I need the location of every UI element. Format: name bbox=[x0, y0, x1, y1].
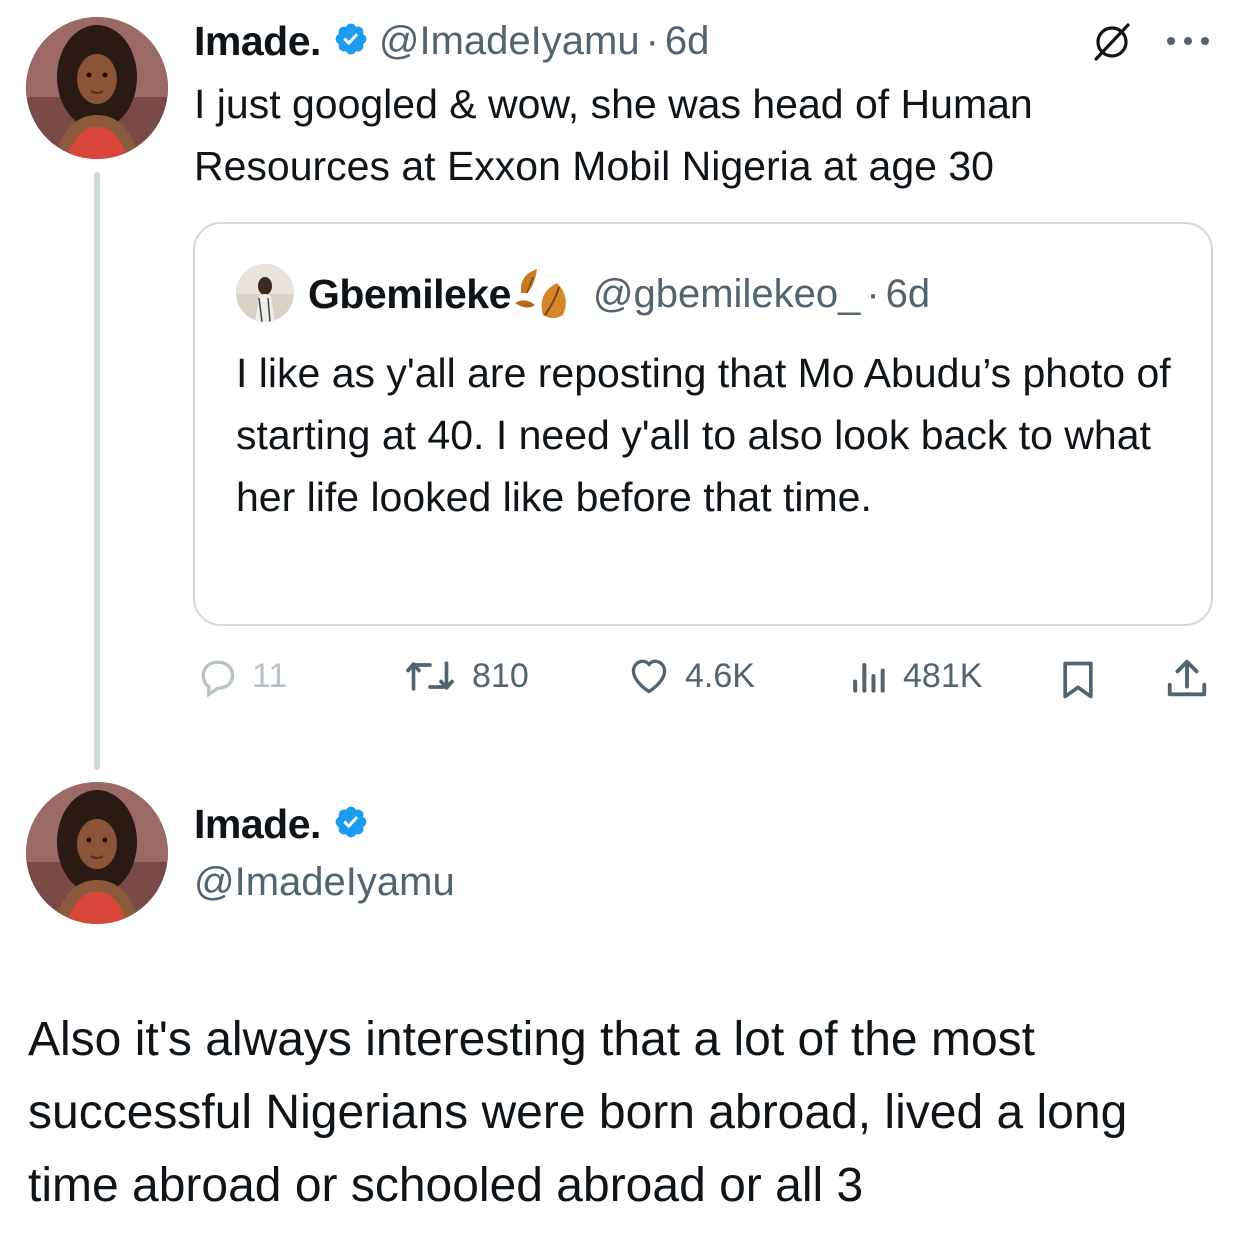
avatar[interactable] bbox=[26, 17, 168, 159]
display-name-main[interactable]: Imade. bbox=[194, 801, 321, 848]
grok-slash-icon[interactable] bbox=[1090, 22, 1134, 67]
share-icon[interactable] bbox=[1164, 656, 1210, 707]
main-tweet-text: Also it's always interesting that a lot … bbox=[28, 1013, 1128, 1212]
more-options-icon[interactable] bbox=[1165, 34, 1211, 52]
like-button[interactable]: 4.6K bbox=[625, 654, 755, 698]
fallen-leaf-icon bbox=[513, 263, 575, 326]
display-name[interactable]: Imade. bbox=[194, 18, 321, 65]
avatar-main[interactable] bbox=[26, 782, 168, 924]
repost-count: 810 bbox=[472, 656, 529, 695]
tweet-text: I just googled & wow, she was head of Hu… bbox=[194, 81, 1033, 189]
views-button[interactable]: 481K bbox=[845, 654, 982, 698]
view-count: 481K bbox=[903, 656, 983, 695]
quoted-display-name[interactable]: Gbemileke bbox=[308, 271, 511, 318]
timestamp[interactable]: 6d bbox=[665, 19, 710, 64]
separator: · bbox=[645, 18, 659, 63]
like-count: 4.6K bbox=[685, 656, 755, 695]
quoted-timestamp[interactable]: 6d bbox=[886, 272, 931, 317]
thread-tweet-header: Imade. @ImadeIyamu · 6d bbox=[194, 16, 709, 66]
main-tweet-author: Imade. bbox=[194, 797, 369, 851]
handle-main[interactable]: @ImadeIyamu bbox=[194, 860, 455, 905]
verified-badge-icon[interactable] bbox=[333, 21, 369, 62]
thread-connector-line bbox=[94, 172, 100, 770]
quoted-tweet-header: Gbemileke @gbemilekeo_ · 6d bbox=[308, 266, 930, 322]
quoted-handle[interactable]: @gbemilekeo_ bbox=[593, 272, 860, 317]
quoted-tweet-text: I like as y'all are reposting that Mo Ab… bbox=[236, 350, 1171, 520]
repost-button[interactable]: 810 bbox=[400, 654, 529, 698]
reply-count: 11 bbox=[252, 656, 288, 695]
verified-badge-icon[interactable] bbox=[333, 804, 369, 845]
quoted-separator: · bbox=[866, 271, 880, 316]
reply-button[interactable]: 11 bbox=[196, 654, 287, 698]
bookmark-icon[interactable] bbox=[1056, 658, 1100, 707]
quoted-avatar[interactable] bbox=[236, 264, 294, 322]
handle[interactable]: @ImadeIyamu bbox=[379, 19, 640, 64]
